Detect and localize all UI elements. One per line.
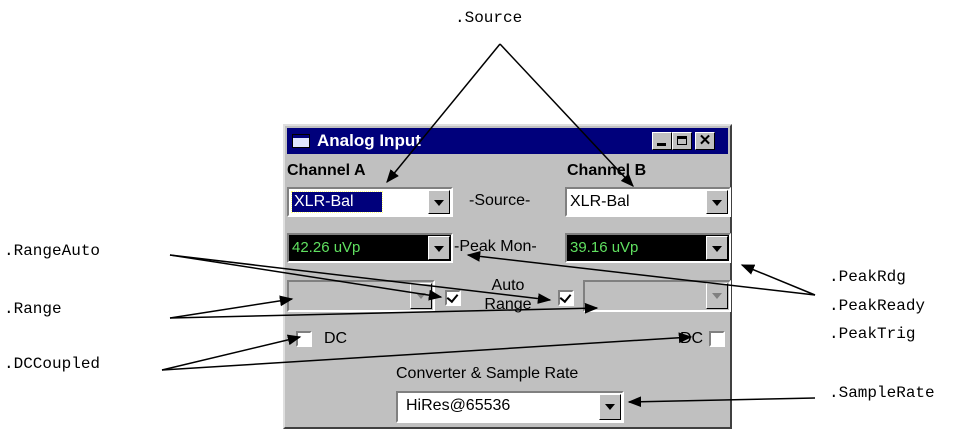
auto-range-label-line1: Auto [491, 277, 525, 294]
close-button[interactable]: ✕ [695, 132, 715, 150]
maximize-button[interactable] [672, 132, 692, 150]
range-a-dropdown-icon[interactable] [410, 283, 432, 309]
title-bar[interactable]: Analog Input ✕ [287, 128, 728, 154]
channel-b-label: Channel B [567, 162, 647, 179]
callout-peak-trig: .PeakTrig [829, 325, 916, 343]
peak-b-dropdown-icon[interactable] [706, 236, 728, 260]
arrow-peak-rdg [740, 264, 816, 296]
peak-b-select[interactable]: 39.16 uVp [565, 233, 731, 263]
sample-rate-dropdown-icon[interactable] [599, 394, 621, 420]
sample-rate-label: Converter & Sample Rate [396, 365, 579, 382]
callout-range: .Range [4, 300, 62, 318]
dc-b-checkbox[interactable] [709, 331, 725, 347]
dc-a-label: DC [324, 330, 348, 347]
peak-a-reading: 42.26 uVp [292, 239, 361, 256]
dc-a-checkbox[interactable] [296, 331, 312, 347]
source-a-dropdown-icon[interactable] [428, 190, 450, 214]
sample-rate-select[interactable]: HiRes@65536 [396, 391, 624, 423]
auto-range-label-line2: Range [484, 296, 532, 313]
range-b-dropdown-icon[interactable] [706, 283, 728, 309]
arrow-dc-a [161, 334, 302, 371]
window-icon[interactable] [292, 134, 310, 148]
source-label: -Source- [469, 192, 531, 209]
range-b-select[interactable] [583, 280, 731, 312]
arrow-range-a [169, 295, 294, 319]
source-b-dropdown-icon[interactable] [706, 190, 728, 214]
peak-mon-label: -Peak Mon- [454, 238, 537, 255]
source-a-value: XLR-Bal [291, 191, 383, 213]
callout-peak-rdg: .PeakRdg [829, 268, 906, 286]
callout-dc-coupled: .DCCoupled [4, 355, 101, 373]
range-auto-b-checkbox[interactable] [558, 290, 574, 306]
callout-source: .Source [455, 9, 523, 27]
peak-a-dropdown-icon[interactable] [428, 236, 450, 260]
source-b-value: XLR-Bal [570, 193, 630, 210]
source-a-select[interactable]: XLR-Bal [287, 187, 453, 217]
source-b-select[interactable]: XLR-Bal [565, 187, 731, 217]
peak-a-select[interactable]: 42.26 uVp [287, 233, 453, 263]
range-auto-a-checkbox[interactable] [445, 290, 461, 306]
callout-peak-ready: .PeakReady [829, 297, 926, 315]
channel-a-label: Channel A [287, 162, 366, 179]
sample-rate-value: HiRes@65536 [406, 397, 511, 414]
peak-b-reading: 39.16 uVp [570, 239, 639, 256]
dc-b-label: DC [680, 330, 704, 347]
analog-input-window: Analog Input ✕ Channel A Channel B XLR-B… [283, 124, 732, 429]
callout-range-auto: .RangeAuto [4, 242, 101, 260]
minimize-button[interactable] [652, 132, 672, 150]
callout-sample-rate: .SampleRate [829, 384, 935, 402]
window-title: Analog Input [317, 131, 421, 150]
range-a-select[interactable] [287, 280, 435, 312]
